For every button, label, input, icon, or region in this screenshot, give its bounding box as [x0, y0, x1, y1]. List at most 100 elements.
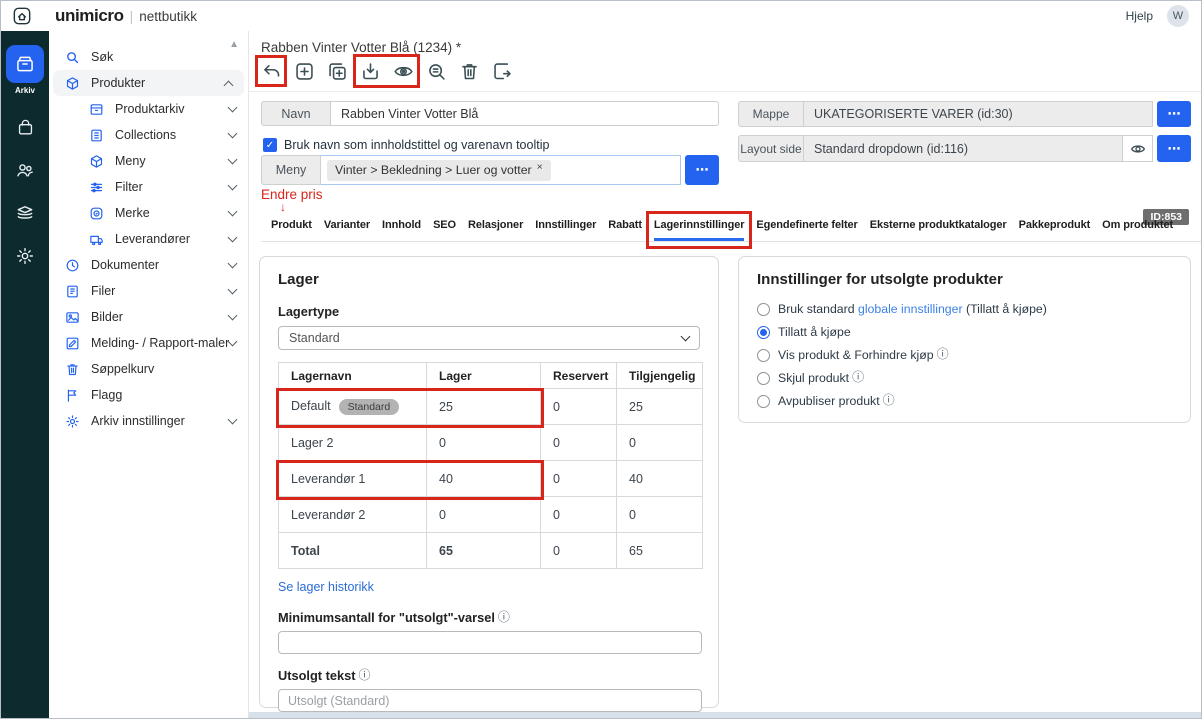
stock-value: 0: [427, 425, 541, 461]
layout-preview-button[interactable]: [1123, 135, 1153, 162]
sidebar-item-filer[interactable]: Filer: [49, 278, 248, 304]
brand-separator: |: [130, 8, 134, 24]
tab-relasjoner[interactable]: Relasjoner: [468, 219, 523, 241]
collapse-triangle-icon[interactable]: ▲: [229, 39, 239, 50]
tab-innhold[interactable]: Innhold: [382, 219, 421, 241]
lagertype-select[interactable]: Standard: [278, 326, 700, 350]
sidebar-item-produktarkiv[interactable]: Produktarkiv: [49, 96, 248, 122]
sidebar-item-produkter[interactable]: Produkter: [53, 70, 244, 96]
info-icon[interactable]: ⓘ: [937, 347, 949, 361]
tab-innstillinger[interactable]: Innstillinger: [535, 219, 596, 241]
navn-input[interactable]: [331, 101, 719, 126]
tab-om-produktet[interactable]: Om produktet: [1102, 219, 1173, 241]
sidebar-item-collections[interactable]: Collections: [49, 122, 248, 148]
sidebar-item-soppelkurv[interactable]: Søppelkurv: [49, 356, 248, 382]
radio-icon[interactable]: [757, 372, 770, 385]
available-value: 0: [617, 497, 703, 533]
info-icon[interactable]: ⓘ: [359, 668, 371, 682]
export-icon[interactable]: [489, 58, 515, 84]
sliders-icon: [89, 180, 104, 195]
users-icon[interactable]: [15, 160, 35, 180]
info-icon[interactable]: ⓘ: [852, 370, 864, 384]
lagertype-selected-value: Standard: [289, 331, 340, 345]
checkbox-checked-icon[interactable]: ✓: [263, 138, 277, 152]
reserved-value: 0: [541, 461, 617, 497]
table-row-default: DefaultStandard 25 0 25: [279, 389, 703, 425]
sidebar-item-dokumenter[interactable]: Dokumenter: [49, 252, 248, 278]
search-document-icon[interactable]: [423, 58, 449, 84]
mappe-more-button[interactable]: ⋯: [1157, 101, 1191, 127]
tab-varianter[interactable]: Varianter: [324, 219, 370, 241]
tab-lagerinnstillinger[interactable]: Lagerinnstillinger: [654, 219, 745, 241]
sidebar-item-label: Produktarkiv: [115, 102, 229, 116]
badge-icon: [89, 206, 104, 221]
chevron-down-icon: [228, 259, 238, 269]
sidebar-item-arkiv-innstillinger[interactable]: Arkiv innstillinger: [49, 408, 248, 434]
download-icon[interactable]: [357, 58, 383, 84]
home-icon[interactable]: [12, 6, 32, 26]
tab-eksterne-produktkataloger[interactable]: Eksterne produktkataloger: [870, 219, 1007, 241]
meny-more-button[interactable]: ⋯: [685, 155, 719, 185]
rail-item-arkiv[interactable]: [6, 45, 44, 83]
option-skjul-produkt[interactable]: Skjul produktⓘ: [757, 370, 1172, 386]
reserved-value: 0: [541, 533, 617, 569]
option-tillatt-a-kjope[interactable]: Tillatt å kjøpe: [757, 324, 1172, 340]
sidebar-item-flagg[interactable]: Flagg: [49, 382, 248, 408]
tab-pakkeprodukt[interactable]: Pakkeprodukt: [1019, 219, 1091, 241]
stock-value: 0: [427, 497, 541, 533]
radio-icon[interactable]: [757, 303, 770, 316]
layers-icon[interactable]: [15, 203, 35, 223]
layout-more-button[interactable]: ⋯: [1157, 135, 1191, 162]
info-icon[interactable]: ⓘ: [883, 393, 895, 407]
option-global-settings[interactable]: Bruk standard globale innstillinger (Til…: [757, 301, 1172, 317]
radio-icon[interactable]: [757, 395, 770, 408]
sidebar-item-merke[interactable]: Merke: [49, 200, 248, 226]
min-soldout-input[interactable]: [278, 631, 702, 654]
copy-add-icon[interactable]: [324, 58, 350, 84]
option-vis-produkt-forhindre-kjop[interactable]: Vis produkt & Forhindre kjøpⓘ: [757, 347, 1172, 363]
standard-badge: Standard: [339, 399, 400, 415]
radio-selected-icon[interactable]: [757, 326, 770, 339]
use-name-checkbox-row[interactable]: ✓ Bruk navn som innholdstittel og varena…: [263, 138, 549, 152]
info-icon[interactable]: ⓘ: [498, 610, 510, 624]
undo-icon[interactable]: [258, 58, 284, 84]
tab-seo[interactable]: SEO: [433, 219, 456, 241]
chevron-down-icon: [681, 332, 691, 342]
rail-item-arkiv-label: Arkiv: [15, 86, 35, 95]
sidebar-item-filter[interactable]: Filter: [49, 174, 248, 200]
annotation-endre-pris: Endre pris: [261, 187, 323, 202]
table-header-row: Lagernavn Lager Reservert Tilgjengelig: [279, 363, 703, 389]
eye-icon[interactable]: [390, 58, 416, 84]
global-settings-link[interactable]: globale innstillinger: [858, 302, 963, 316]
add-square-icon[interactable]: [291, 58, 317, 84]
stock-history-link[interactable]: Se lager historikk: [278, 580, 374, 594]
trash-icon[interactable]: [456, 58, 482, 84]
chevron-down-icon: [228, 207, 238, 217]
col-lagernavn: Lagernavn: [279, 363, 427, 389]
tab-rabatt[interactable]: Rabatt: [608, 219, 642, 241]
stock-value: 25: [427, 389, 541, 425]
soldout-text-input[interactable]: [278, 689, 702, 712]
tab-egendefinerte-felter[interactable]: Egendefinerte felter: [756, 219, 857, 241]
user-avatar[interactable]: W: [1167, 5, 1189, 27]
tab-produkt[interactable]: Produkt: [271, 219, 312, 241]
option-avpubliser-produkt[interactable]: Avpubliser produktⓘ: [757, 393, 1172, 409]
bag-icon[interactable]: [16, 118, 35, 137]
sidebar-item-meny[interactable]: Meny: [49, 148, 248, 174]
meny-field[interactable]: Vinter > Bekledning > Luer og votter ×: [321, 155, 681, 185]
sidebar-item-melding-rapport-maler[interactable]: Melding- / Rapport-maler: [49, 330, 248, 356]
sidebar-item-leverandorer[interactable]: Leverandører: [49, 226, 248, 252]
clock-icon: [65, 258, 80, 273]
archive-icon: [89, 102, 104, 117]
brand-suffix: nettbutikk: [139, 9, 197, 24]
sidebar-item-bilder[interactable]: Bilder: [49, 304, 248, 330]
radio-icon[interactable]: [757, 349, 770, 362]
category-tag[interactable]: Vinter > Bekledning > Luer og votter ×: [327, 160, 551, 181]
sidebar-item-sok[interactable]: Søk: [49, 44, 248, 70]
gear-icon[interactable]: [15, 246, 35, 266]
horizontal-scrollbar[interactable]: [249, 712, 1201, 718]
main-content: Rabben Vinter Votter Blå (1234) *: [249, 31, 1201, 718]
list-icon: [89, 128, 104, 143]
close-icon[interactable]: ×: [537, 161, 543, 173]
help-link[interactable]: Hjelp: [1126, 9, 1153, 23]
